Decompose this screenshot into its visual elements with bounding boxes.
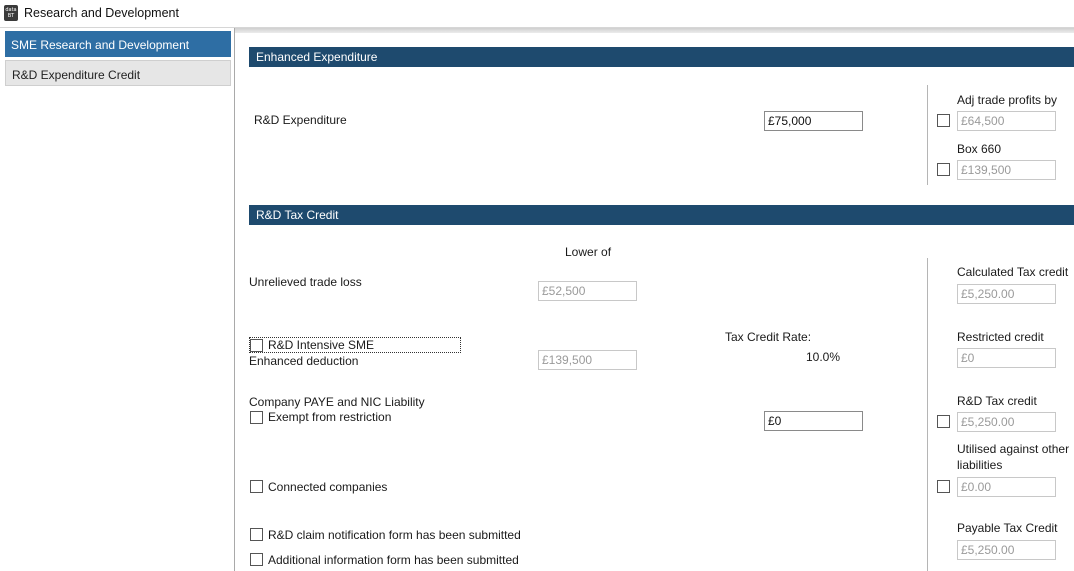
enhanced-deduction-label: Enhanced deduction — [249, 354, 359, 368]
enhanced-deduction-field[interactable]: £139,500 — [538, 350, 637, 370]
rd-expenditure-input[interactable]: £75,000 — [764, 111, 863, 131]
calculated-tax-credit-label: Calculated Tax credit — [957, 265, 1069, 279]
paye-nic-liability-input[interactable]: £0 — [764, 411, 863, 431]
sidebar-item-rd-expenditure-credit[interactable]: R&D Expenditure Credit — [5, 60, 231, 86]
payable-tax-credit-field[interactable]: £5,250.00 — [957, 540, 1056, 560]
claim-notification-label: R&D claim notification form has been sub… — [268, 528, 521, 542]
rd-expenditure-label: R&D Expenditure — [254, 113, 347, 127]
claim-notification-checkbox[interactable] — [250, 528, 263, 541]
window-title: Research and Development — [24, 6, 179, 20]
additional-information-checkbox[interactable] — [250, 553, 263, 566]
tax-credit-rate-value: 10.0% — [806, 350, 841, 364]
box-660-label: Box 660 — [957, 142, 1002, 156]
enhanced-expenditure-header: Enhanced Expenditure — [249, 47, 1074, 67]
adj-trade-profits-label: Adj trade profits by — [957, 93, 1058, 107]
calculated-tax-credit-field[interactable]: £5,250.00 — [957, 284, 1056, 304]
exempt-from-restriction-checkbox[interactable] — [250, 411, 263, 424]
rd-tax-credit-header: R&D Tax Credit — [249, 205, 1074, 225]
adj-trade-profits-field[interactable]: £64,500 — [957, 111, 1056, 131]
payable-tax-credit-label: Payable Tax Credit — [957, 521, 1058, 535]
paye-nic-liability-label: Company PAYE and NIC Liability — [249, 395, 425, 409]
rd-tax-credit-field[interactable]: £5,250.00 — [957, 412, 1056, 432]
box-660-field[interactable]: £139,500 — [957, 160, 1056, 180]
exempt-from-restriction-label: Exempt from restriction — [268, 410, 392, 424]
utilised-against-label-line1: Utilised against other — [957, 442, 1070, 456]
additional-information-label: Additional information form has been sub… — [268, 553, 519, 567]
unrelieved-trade-loss-label: Unrelieved trade loss — [249, 275, 362, 289]
rd-intensive-sme-checkbox[interactable] — [250, 339, 263, 352]
restricted-credit-label: Restricted credit — [957, 330, 1044, 344]
rd-intensive-sme-label: R&D Intensive SME — [268, 338, 375, 352]
utilised-against-field[interactable]: £0.00 — [957, 477, 1056, 497]
adj-trade-profits-checkbox[interactable] — [937, 114, 950, 127]
unrelieved-trade-loss-field[interactable]: £52,500 — [538, 281, 637, 301]
content-top-rule — [235, 28, 1074, 33]
enhanced-divider — [927, 85, 928, 185]
sidebar: SME Research and Development R&D Expendi… — [0, 28, 235, 571]
app-logo-icon: data BT — [4, 5, 18, 21]
connected-companies-checkbox[interactable] — [250, 480, 263, 493]
title-bar: data BT Research and Development — [0, 0, 1074, 28]
sidebar-item-sme-research[interactable]: SME Research and Development — [5, 31, 231, 57]
lower-of-label: Lower of — [565, 245, 612, 259]
utilised-against-checkbox[interactable] — [937, 480, 950, 493]
utilised-against-label-line2: liabilities — [957, 458, 1003, 472]
restricted-credit-field[interactable]: £0 — [957, 348, 1056, 368]
tax-credit-rate-label: Tax Credit Rate: — [725, 330, 812, 344]
rd-tax-credit-checkbox[interactable] — [937, 415, 950, 428]
box-660-checkbox[interactable] — [937, 163, 950, 176]
rd-tax-credit-label: R&D Tax credit — [957, 394, 1037, 408]
connected-companies-label: Connected companies — [268, 480, 388, 494]
tax-credit-divider — [927, 258, 928, 571]
